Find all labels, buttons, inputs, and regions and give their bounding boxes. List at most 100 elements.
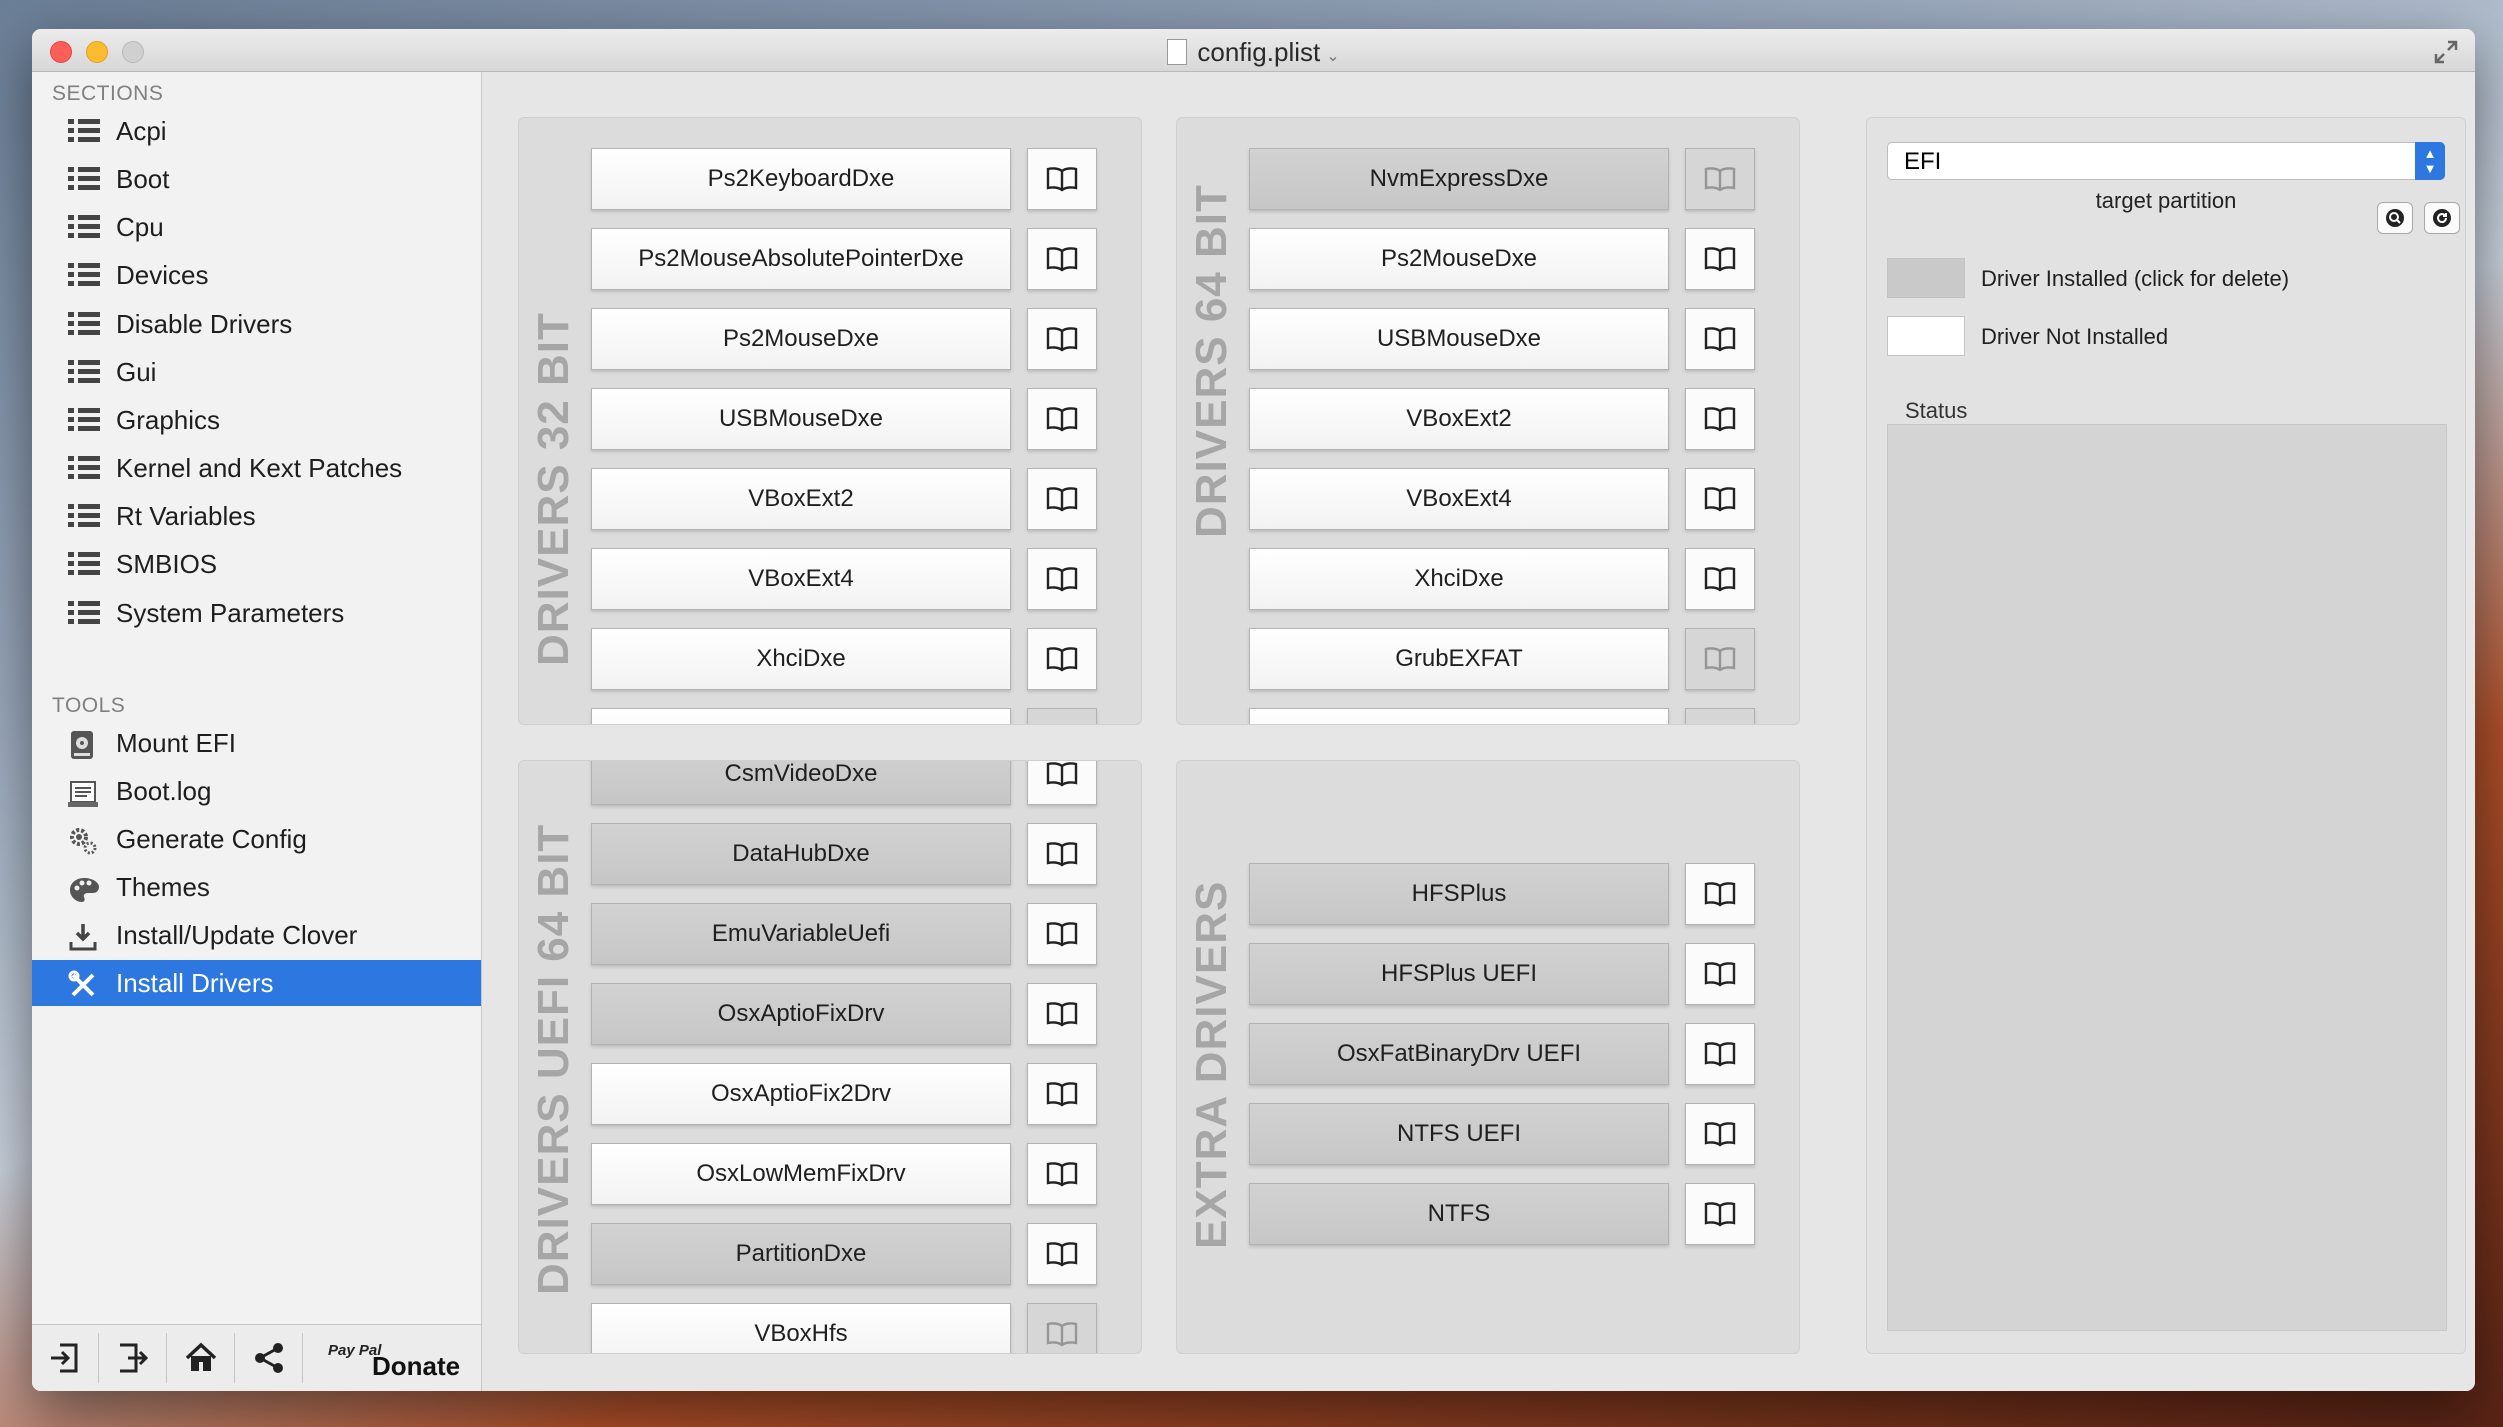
sidebar-item-rt-variables[interactable]: Rt Variables bbox=[32, 493, 481, 539]
sidebar-item-system-parameters[interactable]: System Parameters bbox=[32, 590, 481, 636]
driver-button-osxaptiofix2drv[interactable]: OsxAptioFix2Drv bbox=[591, 1063, 1011, 1125]
driver-button-hfsplus[interactable]: HFSPlus bbox=[1249, 863, 1669, 925]
driver-info-button[interactable] bbox=[1685, 228, 1755, 290]
driver-button-csmvideodxe[interactable]: CsmVideoDxe bbox=[591, 761, 1011, 805]
sidebar-item-generate-config[interactable]: Generate Config bbox=[32, 816, 481, 862]
extra-drivers-title: EXTRA DRIVERS bbox=[1187, 880, 1236, 1249]
driver-info-button[interactable] bbox=[1685, 863, 1755, 925]
partition-select[interactable]: EFI ▲ ▼ bbox=[1887, 142, 2445, 180]
fullscreen-icon[interactable] bbox=[2433, 39, 2459, 65]
driver-button-vboxhfs[interactable]: VBoxHfs bbox=[591, 1303, 1011, 1353]
sidebar-item-label: Gui bbox=[116, 356, 157, 387]
driver-button-ps2mouseabsolutepointerdxe[interactable]: Ps2MouseAbsolutePointerDxe bbox=[591, 228, 1011, 290]
driver-info-button[interactable] bbox=[1027, 388, 1097, 450]
driver-info-button[interactable] bbox=[1027, 308, 1097, 370]
sidebar-item-cpu[interactable]: Cpu bbox=[32, 204, 481, 250]
driver-info-button[interactable] bbox=[1027, 1143, 1097, 1205]
driver-button-vboxext2[interactable]: VBoxExt2 bbox=[1249, 388, 1669, 450]
sidebar-item-acpi[interactable]: Acpi bbox=[32, 108, 481, 154]
window-title-area[interactable]: config.plist ⌄ bbox=[32, 37, 2475, 68]
sidebar-item-install-update-clover[interactable]: Install/Update Clover bbox=[32, 912, 481, 958]
share-button[interactable] bbox=[236, 1333, 303, 1383]
driver-button-partial[interactable] bbox=[1249, 708, 1669, 724]
driver-button-usbmousedxe[interactable]: USBMouseDxe bbox=[591, 388, 1011, 450]
sidebar-item-label: Kernel and Kext Patches bbox=[116, 453, 403, 484]
list-icon bbox=[68, 600, 100, 625]
home-icon bbox=[185, 1342, 217, 1371]
book-icon bbox=[1046, 486, 1078, 512]
export-button[interactable] bbox=[100, 1333, 167, 1383]
driver-info-button[interactable] bbox=[1027, 983, 1097, 1045]
driver-button-vboxext2[interactable]: VBoxExt2 bbox=[591, 468, 1011, 530]
book-icon bbox=[1046, 406, 1078, 432]
driver-button-osxfatbinarydrv-uefi[interactable]: OsxFatBinaryDrv UEFI bbox=[1249, 1023, 1669, 1085]
driver-info-button[interactable] bbox=[1027, 1223, 1097, 1285]
driver-info-button[interactable] bbox=[1685, 1023, 1755, 1085]
driver-info-button[interactable] bbox=[1685, 308, 1755, 370]
driver-info-button[interactable] bbox=[1685, 1183, 1755, 1245]
driver-button-ntfs-uefi[interactable]: NTFS UEFI bbox=[1249, 1103, 1669, 1165]
sidebar-item-graphics[interactable]: Graphics bbox=[32, 397, 481, 443]
installed-legend-swatch bbox=[1887, 258, 1965, 298]
refresh-button[interactable] bbox=[2424, 202, 2460, 234]
driver-info-button[interactable] bbox=[1685, 548, 1755, 610]
search-partition-button[interactable] bbox=[2377, 202, 2413, 234]
driver-button-vboxext4[interactable]: VBoxExt4 bbox=[591, 548, 1011, 610]
driver-button-vboxext4[interactable]: VBoxExt4 bbox=[1249, 468, 1669, 530]
driver-button-xhcidxe[interactable]: XhciDxe bbox=[591, 628, 1011, 690]
driver-button-hfsplus-uefi[interactable]: HFSPlus UEFI bbox=[1249, 943, 1669, 1005]
driver-button-osxlowmemfixdrv[interactable]: OsxLowMemFixDrv bbox=[591, 1143, 1011, 1205]
driver-button-ps2mousedxe[interactable]: Ps2MouseDxe bbox=[1249, 228, 1669, 290]
driver-button-ps2keyboarddxe[interactable]: Ps2KeyboardDxe bbox=[591, 148, 1011, 210]
driver-info-button[interactable] bbox=[1027, 823, 1097, 885]
driver-button-partitiondxe[interactable]: PartitionDxe bbox=[591, 1223, 1011, 1285]
driver-info-button[interactable] bbox=[1027, 148, 1097, 210]
list-icon bbox=[68, 456, 100, 480]
driver-info-button bbox=[1027, 708, 1097, 724]
sidebar-item-gui[interactable]: Gui bbox=[32, 349, 481, 395]
sidebar-item-kernel-and-kext-patches[interactable]: Kernel and Kext Patches bbox=[32, 445, 481, 491]
driver-info-button[interactable] bbox=[1685, 943, 1755, 1005]
driver-info-button[interactable] bbox=[1027, 468, 1097, 530]
donate-label: Donate bbox=[372, 1351, 461, 1381]
book-icon bbox=[1704, 1121, 1736, 1147]
driver-info-button[interactable] bbox=[1685, 468, 1755, 530]
download-icon bbox=[68, 920, 100, 951]
driver-button-partial[interactable] bbox=[591, 708, 1011, 724]
driver-button-nvmexpressdxe[interactable]: NvmExpressDxe bbox=[1249, 148, 1669, 210]
driver-info-button[interactable] bbox=[1027, 548, 1097, 610]
sidebar-item-mount-efi[interactable]: Mount EFI bbox=[32, 720, 481, 766]
driver-info-button[interactable] bbox=[1685, 1103, 1755, 1165]
driver-button-xhcidxe[interactable]: XhciDxe bbox=[1249, 548, 1669, 610]
driver-button-osxaptiofixdrv[interactable]: OsxAptioFixDrv bbox=[591, 983, 1011, 1045]
sidebar-item-install-drivers[interactable]: Install Drivers bbox=[32, 960, 481, 1006]
home-button[interactable] bbox=[168, 1333, 235, 1383]
driver-button-usbmousedxe[interactable]: USBMouseDxe bbox=[1249, 308, 1669, 370]
import-button[interactable] bbox=[32, 1333, 99, 1383]
driver-button-grubexfat[interactable]: GrubEXFAT bbox=[1249, 628, 1669, 690]
sidebar-item-themes[interactable]: Themes bbox=[32, 864, 481, 910]
gears-icon bbox=[68, 824, 100, 855]
tools-header: TOOLS bbox=[52, 694, 126, 717]
partition-panel: EFI ▲ ▼ target partition Driver Installed… bbox=[1866, 117, 2466, 1354]
driver-button-emuvariableuefi[interactable]: EmuVariableUefi bbox=[591, 903, 1011, 965]
driver-button-ps2mousedxe[interactable]: Ps2MouseDxe bbox=[591, 308, 1011, 370]
book-icon bbox=[1046, 1241, 1078, 1267]
sidebar-item-smbios[interactable]: SMBIOS bbox=[32, 541, 481, 587]
sidebar-item-disable-drivers[interactable]: Disable Drivers bbox=[32, 301, 481, 347]
driver-info-button[interactable] bbox=[1027, 903, 1097, 965]
driver-info-button[interactable] bbox=[1027, 1063, 1097, 1125]
driver-info-button[interactable] bbox=[1027, 628, 1097, 690]
sidebar-item-boot[interactable]: Boot bbox=[32, 156, 481, 202]
sidebar-item-label: Boot bbox=[116, 164, 170, 195]
sidebar-item-boot-log[interactable]: Boot.log bbox=[32, 768, 481, 814]
driver-button-datahubdxe[interactable]: DataHubDxe bbox=[591, 823, 1011, 885]
donate-button[interactable]: Pay Pal Donate bbox=[302, 1333, 481, 1383]
select-arrows-icon: ▲ ▼ bbox=[2415, 142, 2445, 180]
driver-button-ntfs[interactable]: NTFS bbox=[1249, 1183, 1669, 1245]
driver-info-button[interactable] bbox=[1027, 228, 1097, 290]
driver-info-button[interactable] bbox=[1027, 761, 1097, 805]
driver-info-button[interactable] bbox=[1685, 388, 1755, 450]
sidebar-item-devices[interactable]: Devices bbox=[32, 252, 481, 298]
book-icon bbox=[1046, 646, 1078, 672]
